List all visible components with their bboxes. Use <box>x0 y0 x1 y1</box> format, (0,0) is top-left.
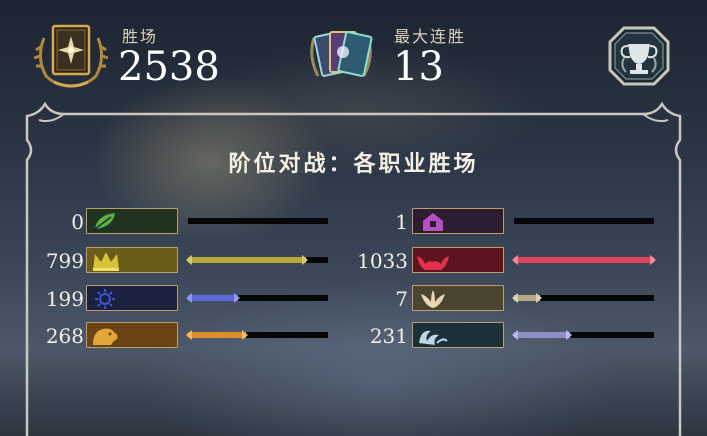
class-win-count: 268 <box>45 324 84 348</box>
class-win-count: 1033 <box>357 249 408 273</box>
wins-emblem-icon <box>33 20 109 90</box>
win-bar-fill <box>188 332 246 338</box>
class-icon-box <box>86 285 178 311</box>
class-row: 1033 <box>348 247 658 273</box>
class-win-count: 231 <box>369 324 408 348</box>
bat-icon <box>417 256 449 270</box>
win-bar-track <box>186 293 328 303</box>
win-bar-fill <box>188 295 238 301</box>
class-win-count: 7 <box>395 287 408 311</box>
streak-value: 13 <box>393 44 444 90</box>
class-row: 199 <box>24 285 334 311</box>
class-icon-box <box>412 285 504 311</box>
wings-icon <box>421 290 445 308</box>
win-bar-fill <box>188 257 306 263</box>
streak-cards-icon <box>306 24 376 86</box>
sun-icon <box>95 289 115 309</box>
class-icon-box <box>412 247 504 273</box>
win-bar-track <box>514 218 654 224</box>
wins-value: 2538 <box>118 44 220 90</box>
class-row: 231 <box>348 322 658 348</box>
class-win-count: 799 <box>45 249 84 273</box>
house-icon <box>423 213 443 231</box>
class-icon-box <box>86 247 178 273</box>
class-icon-box <box>86 208 178 234</box>
win-bar-track <box>512 293 654 303</box>
win-bar-fill <box>514 332 570 338</box>
crown-icon <box>93 252 119 271</box>
leaf-icon <box>94 213 115 230</box>
class-row: 268 <box>24 322 334 348</box>
class-row: 7 <box>348 285 658 311</box>
lion-icon <box>93 328 118 345</box>
class-icon-box <box>412 208 504 234</box>
win-bar-track <box>186 330 328 340</box>
trophy-button[interactable] <box>606 24 672 88</box>
class-row: 0 <box>24 208 334 234</box>
class-row: 1 <box>348 208 658 234</box>
win-bar-track <box>188 218 328 224</box>
class-icon-box <box>412 322 504 348</box>
trophy-icon <box>608 26 670 86</box>
class-win-count: 199 <box>45 287 84 311</box>
win-bar-fill <box>514 257 654 263</box>
wave-icon <box>419 330 448 345</box>
class-icon-box <box>86 322 178 348</box>
win-bar-track <box>512 255 656 265</box>
win-bar-track <box>512 330 654 340</box>
panel-title: 阶位对战：各职业胜场 <box>228 152 479 177</box>
win-bar-track <box>186 255 328 265</box>
class-row: 799 <box>24 247 334 273</box>
class-win-count: 0 <box>71 210 84 234</box>
class-win-count: 1 <box>395 210 408 234</box>
